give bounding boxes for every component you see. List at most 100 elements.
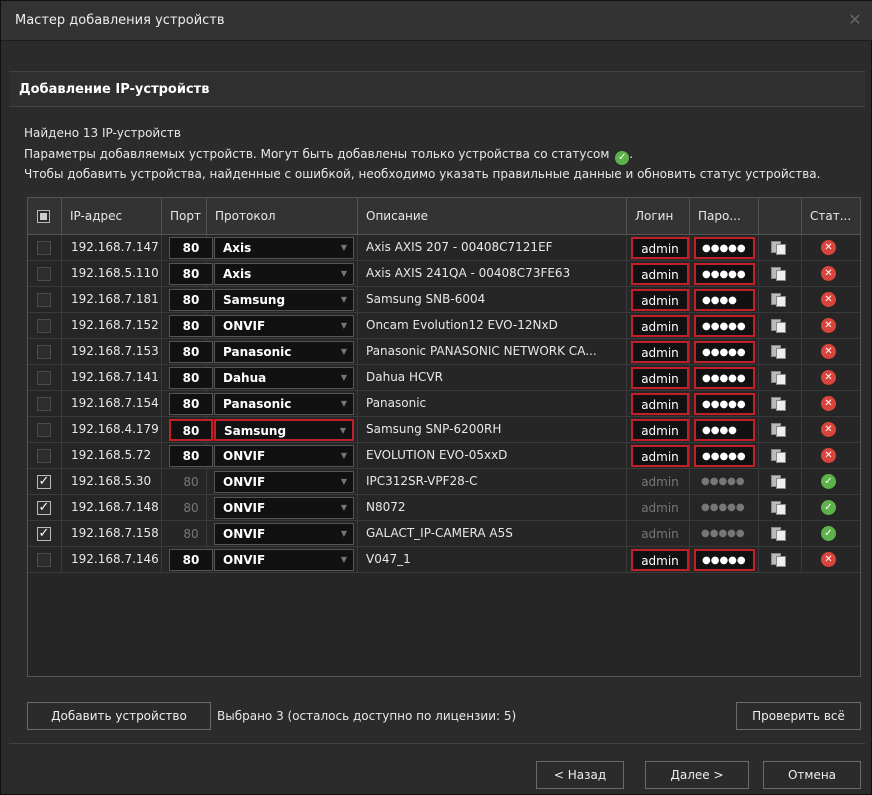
row-checkbox[interactable]: ✓ — [37, 475, 51, 489]
login-input[interactable]: admin — [631, 289, 689, 311]
table-row[interactable]: 192.168.7.147 80 Axis ▼ Axis AXIS 207 - 0040… — [28, 235, 860, 261]
password-input[interactable]: ●●●●● — [694, 471, 755, 493]
login-input[interactable]: admin — [631, 367, 689, 389]
password-input[interactable]: ●●●●● — [694, 237, 755, 259]
copy-icon[interactable] — [771, 527, 787, 541]
protocol-select[interactable]: ONVIF ▼ — [214, 497, 354, 519]
header-ip[interactable]: IP-адрес — [62, 198, 162, 235]
protocol-select[interactable]: ONVIF ▼ — [214, 523, 354, 545]
port-input[interactable]: 80 — [169, 315, 213, 337]
table-row[interactable]: ✓ 192.168.7.148 80 ONVIF ▼ N8072 admin ●●●●● ✓ — [28, 495, 860, 521]
password-input[interactable]: ●●●●● — [694, 497, 755, 519]
status-error-icon[interactable]: ✕ — [821, 552, 836, 567]
table-row[interactable]: 192.168.7.146 80 ONVIF ▼ V047_1 admin ●●●●● ✕ — [28, 547, 860, 573]
login-input[interactable]: admin — [631, 263, 689, 285]
login-input[interactable]: admin — [631, 523, 689, 545]
copy-icon[interactable] — [771, 501, 787, 515]
protocol-select[interactable]: Panasonic ▼ — [214, 393, 354, 415]
copy-icon[interactable] — [771, 241, 787, 255]
row-checkbox[interactable] — [37, 397, 51, 411]
table-row[interactable]: 192.168.5.110 80 Axis ▼ Axis AXIS 241QA - 00… — [28, 261, 860, 287]
port-input[interactable]: 80 — [169, 549, 213, 571]
status-error-icon[interactable]: ✕ — [821, 370, 836, 385]
add-device-button[interactable]: Добавить устройство — [27, 702, 211, 730]
table-row[interactable]: 192.168.7.181 80 Samsung ▼ Samsung SNB-6004 a… — [28, 287, 860, 313]
password-input[interactable]: ●●●●● — [694, 367, 755, 389]
row-checkbox[interactable]: ✓ — [37, 527, 51, 541]
table-row[interactable]: 192.168.4.179 80 Samsung ▼ Samsung SNP-6200R… — [28, 417, 860, 443]
close-icon[interactable]: ✕ — [845, 10, 865, 30]
login-input[interactable]: admin — [631, 419, 689, 441]
password-input[interactable]: ●●●●● — [694, 393, 755, 415]
select-all-checkbox[interactable] — [37, 210, 50, 223]
login-input[interactable]: admin — [631, 315, 689, 337]
status-error-icon[interactable]: ✕ — [821, 292, 836, 307]
port-input[interactable]: 80 — [169, 393, 213, 415]
login-input[interactable]: admin — [631, 549, 689, 571]
protocol-select[interactable]: Panasonic ▼ — [214, 341, 354, 363]
table-row[interactable]: 192.168.7.152 80 ONVIF ▼ Oncam Evolution12 E… — [28, 313, 860, 339]
row-checkbox[interactable] — [37, 267, 51, 281]
row-checkbox[interactable]: ✓ — [37, 501, 51, 515]
header-description[interactable]: Описание — [358, 198, 627, 235]
password-input[interactable]: ●●●●● — [694, 263, 755, 285]
status-ok-icon[interactable]: ✓ — [821, 474, 836, 489]
password-input[interactable]: ●●●●● — [694, 315, 755, 337]
protocol-select[interactable]: Samsung ▼ — [214, 419, 354, 441]
password-input[interactable]: ●●●● — [694, 419, 755, 441]
row-checkbox[interactable] — [37, 553, 51, 567]
port-input[interactable]: 80 — [169, 445, 213, 467]
row-checkbox[interactable] — [37, 449, 51, 463]
header-port[interactable]: Порт — [162, 198, 207, 235]
table-row[interactable]: 192.168.7.154 80 Panasonic ▼ Panasonic admin ●… — [28, 391, 860, 417]
copy-icon[interactable] — [771, 371, 787, 385]
port-input[interactable]: 80 — [169, 523, 213, 545]
header-status[interactable]: Стат... — [802, 198, 860, 235]
port-input[interactable]: 80 — [169, 237, 213, 259]
row-checkbox[interactable] — [37, 423, 51, 437]
header-protocol[interactable]: Протокол — [207, 198, 358, 235]
check-all-button[interactable]: Проверить всё — [736, 702, 861, 730]
login-input[interactable]: admin — [631, 237, 689, 259]
table-row[interactable]: 192.168.7.141 80 Dahua ▼ Dahua HCVR admin ●●●●… — [28, 365, 860, 391]
cancel-button[interactable]: Отмена — [763, 761, 861, 789]
back-button[interactable]: < Назад — [536, 761, 624, 789]
port-input[interactable]: 80 — [169, 471, 213, 493]
table-row[interactable]: 192.168.7.153 80 Panasonic ▼ Panasonic PANAS… — [28, 339, 860, 365]
copy-icon[interactable] — [771, 423, 787, 437]
login-input[interactable]: admin — [631, 393, 689, 415]
password-input[interactable]: ●●●●● — [694, 549, 755, 571]
status-error-icon[interactable]: ✕ — [821, 266, 836, 281]
password-input[interactable]: ●●●●● — [694, 341, 755, 363]
status-error-icon[interactable]: ✕ — [821, 240, 836, 255]
table-row[interactable]: ✓ 192.168.5.30 80 ONVIF ▼ IPC312SR-VPF28-C adm… — [28, 469, 860, 495]
password-input[interactable]: ●●●●● — [694, 523, 755, 545]
port-input[interactable]: 80 — [169, 341, 213, 363]
protocol-select[interactable]: Samsung ▼ — [214, 289, 354, 311]
row-checkbox[interactable] — [37, 293, 51, 307]
next-button[interactable]: Далее > — [645, 761, 749, 789]
table-row[interactable]: 192.168.5.72 80 ONVIF ▼ EVOLUTION EVO-05xxD a… — [28, 443, 860, 469]
copy-icon[interactable] — [771, 267, 787, 281]
copy-icon[interactable] — [771, 319, 787, 333]
port-input[interactable]: 80 — [169, 263, 213, 285]
row-checkbox[interactable] — [37, 319, 51, 333]
status-ok-icon[interactable]: ✓ — [821, 500, 836, 515]
status-error-icon[interactable]: ✕ — [821, 318, 836, 333]
row-checkbox[interactable] — [37, 241, 51, 255]
port-input[interactable]: 80 — [169, 289, 213, 311]
status-error-icon[interactable]: ✕ — [821, 344, 836, 359]
protocol-select[interactable]: ONVIF ▼ — [214, 471, 354, 493]
protocol-select[interactable]: ONVIF ▼ — [214, 445, 354, 467]
row-checkbox[interactable] — [37, 345, 51, 359]
protocol-select[interactable]: ONVIF ▼ — [214, 315, 354, 337]
copy-icon[interactable] — [771, 553, 787, 567]
copy-icon[interactable] — [771, 449, 787, 463]
copy-icon[interactable] — [771, 345, 787, 359]
port-input[interactable]: 80 — [169, 419, 213, 441]
login-input[interactable]: admin — [631, 341, 689, 363]
password-input[interactable]: ●●●● — [694, 289, 755, 311]
status-error-icon[interactable]: ✕ — [821, 422, 836, 437]
protocol-select[interactable]: Axis ▼ — [214, 263, 354, 285]
header-login[interactable]: Логин — [627, 198, 690, 235]
